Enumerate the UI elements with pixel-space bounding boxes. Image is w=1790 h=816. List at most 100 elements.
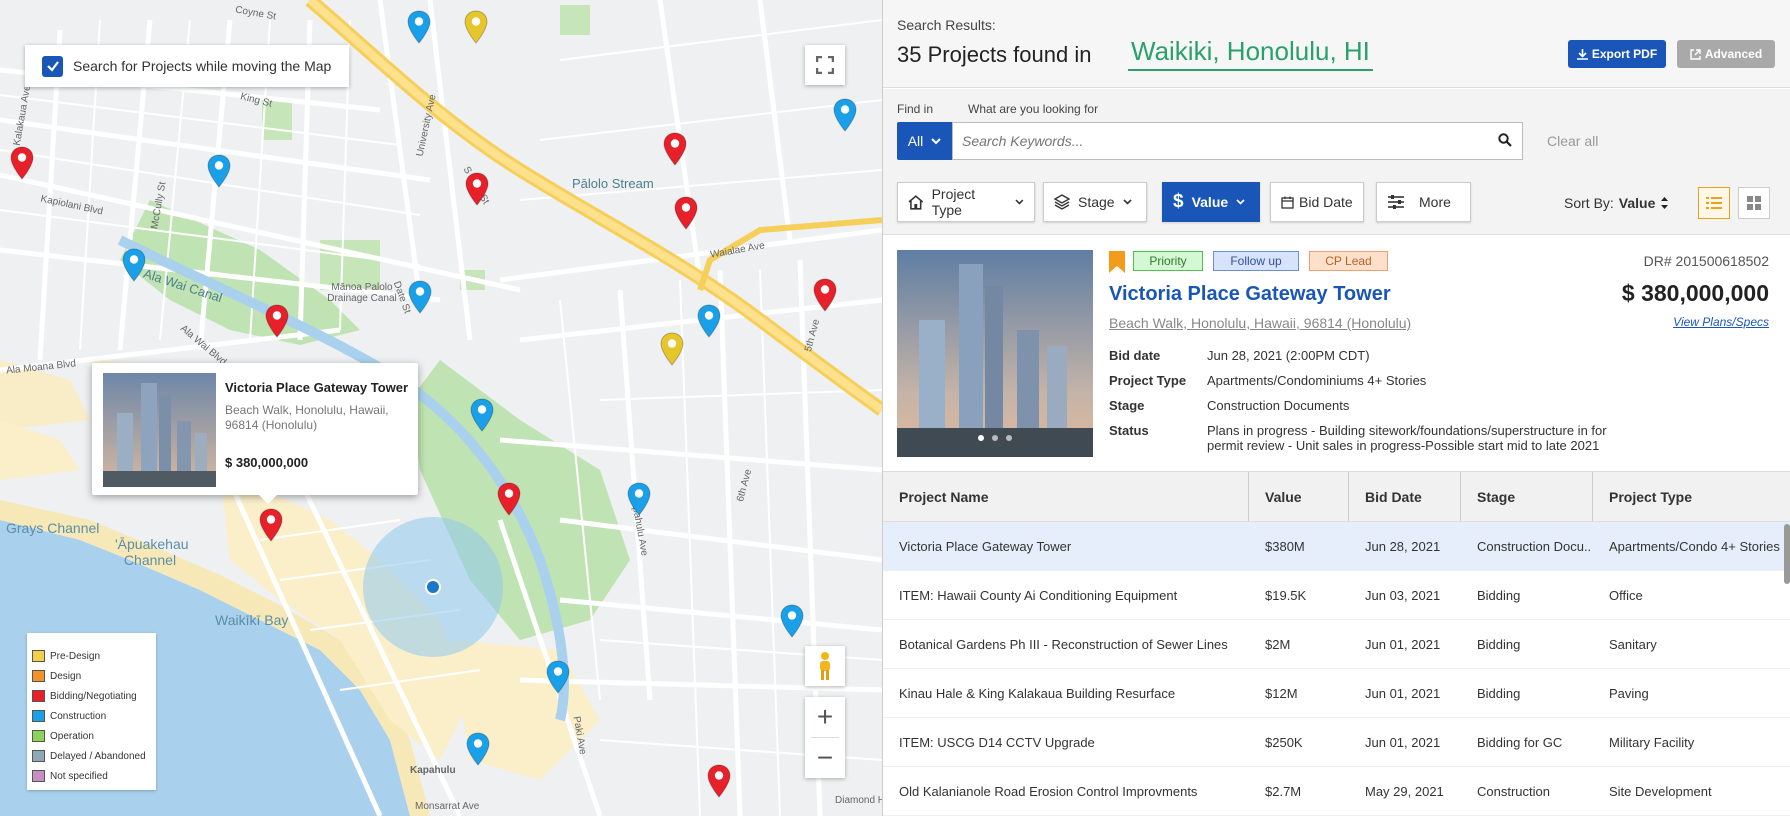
sort-by-control[interactable]: Sort By: Value bbox=[1564, 195, 1669, 211]
checkbox-checked-icon[interactable] bbox=[42, 55, 63, 77]
map-pin-icon[interactable] bbox=[10, 146, 34, 180]
calendar-icon bbox=[1281, 196, 1294, 209]
table-scrollbar[interactable] bbox=[1784, 524, 1790, 584]
map-pin-icon[interactable] bbox=[697, 304, 721, 338]
map-pin-icon[interactable] bbox=[707, 764, 731, 798]
column-header[interactable]: Value bbox=[1249, 472, 1349, 521]
map-pin-icon[interactable] bbox=[408, 280, 432, 314]
map-pin-icon[interactable] bbox=[465, 172, 489, 206]
table-cell: Construction Docu.. bbox=[1477, 538, 1592, 554]
field-value: Jun 28, 2021 (2:00PM CDT) bbox=[1207, 348, 1370, 363]
table-cell: Paving bbox=[1609, 685, 1649, 701]
advanced-button[interactable]: Advanced bbox=[1677, 40, 1775, 68]
filter-label: Project Type bbox=[931, 186, 976, 218]
map-project-popup[interactable]: Victoria Place Gateway Tower Beach Walk,… bbox=[92, 363, 418, 504]
zoom-in-button[interactable]: + bbox=[805, 697, 845, 737]
export-pdf-button[interactable]: Export PDF bbox=[1568, 40, 1666, 68]
filter-more[interactable]: More bbox=[1376, 182, 1471, 222]
projects-table: Project Name Value Bid Date Stage Projec… bbox=[883, 472, 1790, 816]
list-view-button[interactable] bbox=[1698, 187, 1730, 219]
export-label: Export PDF bbox=[1591, 47, 1658, 61]
column-header[interactable]: Stage bbox=[1461, 472, 1593, 521]
tag-cp-lead[interactable]: CP Lead bbox=[1309, 251, 1388, 271]
map-pin-icon[interactable] bbox=[265, 304, 289, 338]
fullscreen-button[interactable] bbox=[805, 45, 845, 85]
table-cell: Bidding bbox=[1477, 587, 1521, 603]
view-plans-link[interactable]: View Plans/Specs bbox=[1673, 315, 1769, 329]
filter-bid-date[interactable]: Bid Date bbox=[1270, 182, 1364, 222]
table-cell: Office bbox=[1609, 587, 1643, 603]
column-header[interactable]: Project Type bbox=[1593, 472, 1790, 521]
keyword-search-input[interactable] bbox=[962, 123, 1482, 159]
map-pin-icon[interactable] bbox=[122, 248, 146, 282]
legend-item: Pre-Design bbox=[32, 646, 156, 666]
map-pin-icon[interactable] bbox=[813, 278, 837, 312]
project-address[interactable]: Beach Walk, Honolulu, Hawaii, 96814 (Hon… bbox=[1109, 315, 1411, 331]
field-key: Project Type bbox=[1109, 373, 1187, 388]
column-header[interactable]: Project Name bbox=[883, 472, 1249, 521]
table-row[interactable]: Botanical Gardens Ph III - Reconstructio… bbox=[883, 620, 1790, 669]
street-view-button[interactable] bbox=[805, 646, 845, 686]
project-title[interactable]: Victoria Place Gateway Tower bbox=[1109, 283, 1391, 306]
map-pin-icon[interactable] bbox=[674, 196, 698, 230]
column-header[interactable]: Bid Date bbox=[1349, 472, 1461, 521]
table-row[interactable]: ITEM: USCG D14 CCTV Upgrade $250K Jun 01, … bbox=[883, 718, 1790, 767]
filter-stage[interactable]: Stage bbox=[1043, 182, 1147, 222]
search-location[interactable]: Waikiki, Honolulu, HI bbox=[1128, 36, 1373, 71]
map-pin-icon[interactable] bbox=[833, 98, 857, 132]
map-pin-icon[interactable] bbox=[780, 604, 804, 638]
table-row[interactable]: Kinau Hale & King Kalakaua Building Resu… bbox=[883, 669, 1790, 718]
pegman-icon bbox=[820, 652, 830, 680]
map-pin-icon[interactable] bbox=[663, 132, 687, 166]
table-row[interactable]: Old Kalanianole Road Erosion Control Imp… bbox=[883, 767, 1790, 816]
popup-title[interactable]: Victoria Place Gateway Tower bbox=[225, 380, 408, 395]
table-cell: Jun 01, 2021 bbox=[1365, 636, 1441, 652]
legend-label: Bidding/Negotiating bbox=[50, 690, 137, 702]
table-cell: ITEM: Hawaii County Ai Conditioning Equi… bbox=[899, 587, 1178, 603]
table-row[interactable]: ITEM: Hawaii County Ai Conditioning Equi… bbox=[883, 571, 1790, 620]
zoom-controls: + − bbox=[805, 697, 845, 778]
map-pin-icon[interactable] bbox=[464, 10, 488, 44]
find-in-dropdown[interactable]: All bbox=[897, 122, 952, 160]
zoom-out-button[interactable]: − bbox=[805, 738, 845, 778]
table-cell: Site Development bbox=[1609, 783, 1712, 799]
table-cell: Jun 28, 2021 bbox=[1365, 538, 1441, 554]
map-pin-icon[interactable] bbox=[627, 482, 651, 516]
map-pin-icon[interactable] bbox=[259, 508, 283, 542]
clear-all-link[interactable]: Clear all bbox=[1547, 133, 1598, 149]
table-cell: $2M bbox=[1265, 636, 1291, 652]
legend-label: Construction bbox=[50, 710, 107, 722]
filter-label: Bid Date bbox=[1299, 194, 1353, 210]
legend-item: Design bbox=[32, 666, 156, 686]
filter-value[interactable]: $ Value bbox=[1162, 182, 1260, 222]
project-image-carousel[interactable] bbox=[897, 250, 1093, 457]
tag-follow-up[interactable]: Follow up bbox=[1213, 251, 1299, 271]
map-pin-icon[interactable] bbox=[407, 10, 431, 44]
legend-swatch bbox=[32, 730, 45, 742]
map-pin-icon[interactable] bbox=[470, 398, 494, 432]
grid-view-button[interactable] bbox=[1738, 187, 1770, 219]
home-icon bbox=[908, 194, 924, 210]
legend-item: Operation bbox=[32, 726, 156, 746]
legend-swatch bbox=[32, 690, 45, 702]
filter-project-type[interactable]: Project Type bbox=[897, 182, 1035, 222]
map-pin-icon[interactable] bbox=[546, 660, 570, 694]
legend-swatch bbox=[32, 750, 45, 762]
field-key: Stage bbox=[1109, 398, 1145, 413]
map-pin-icon[interactable] bbox=[497, 482, 521, 516]
map-pin-icon[interactable] bbox=[660, 332, 684, 366]
map-pin-icon[interactable] bbox=[466, 732, 490, 766]
tag-priority[interactable]: Priority bbox=[1133, 251, 1203, 271]
layers-icon bbox=[1054, 194, 1070, 210]
list-icon bbox=[1706, 197, 1722, 209]
chevron-down-icon bbox=[1236, 199, 1245, 205]
map-pin-icon[interactable] bbox=[207, 154, 231, 188]
search-icon[interactable] bbox=[1498, 133, 1512, 147]
search-while-moving-toggle[interactable]: Search for Projects while moving the Map bbox=[25, 45, 349, 87]
map-view[interactable]: Kapiolani Blvd Kalakaua Ave McCully St A… bbox=[0, 0, 882, 816]
bookmark-icon[interactable] bbox=[1109, 251, 1125, 273]
table-row[interactable]: Victoria Place Gateway Tower $380M Jun 28,… bbox=[883, 522, 1790, 571]
table-cell: Military Facility bbox=[1609, 734, 1695, 750]
legend-item: Bidding/Negotiating bbox=[32, 686, 156, 706]
legend-swatch bbox=[32, 770, 45, 782]
